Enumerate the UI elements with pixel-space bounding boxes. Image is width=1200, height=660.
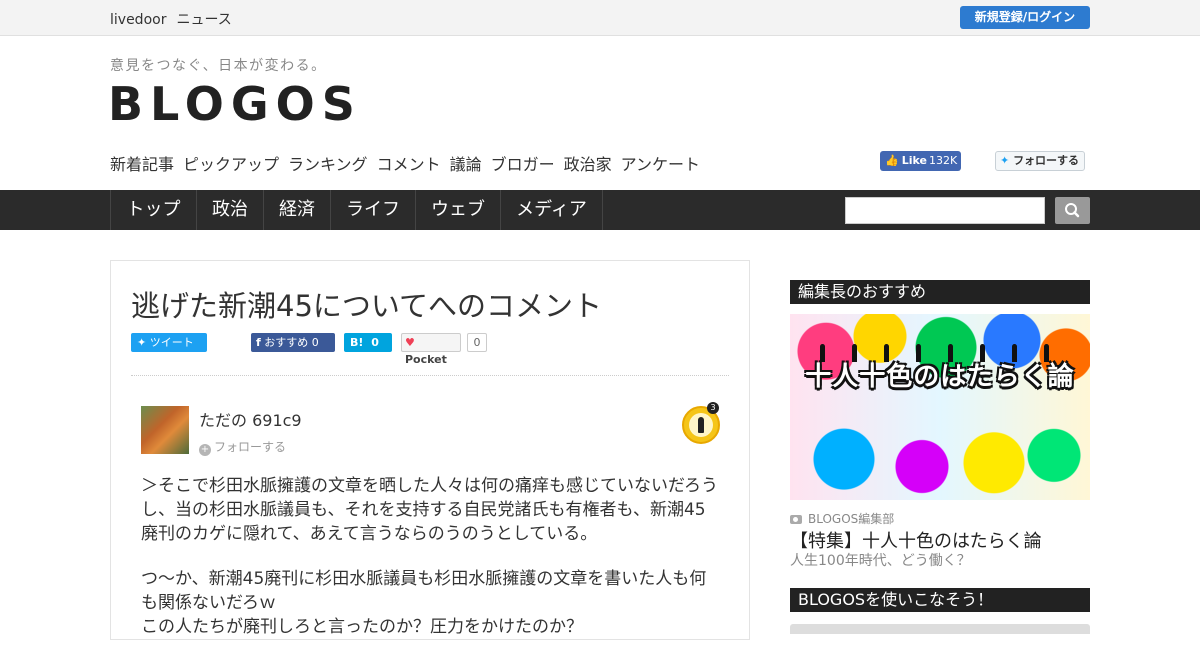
avatar[interactable] xyxy=(141,406,189,454)
tweet-label: ツイート xyxy=(149,336,194,349)
subnav-item-politicians[interactable]: 政治家 xyxy=(564,155,612,174)
twitter-follow-button[interactable]: ✦ フォローする xyxy=(995,151,1085,171)
twitter-bird-icon: ✦ xyxy=(1000,154,1010,167)
site-tagline: 意見をつなぐ、日本が変わる。 xyxy=(110,58,327,74)
comment-body: ＞そこで杉田水脈擁護の文章を晒した人々は何の痛痒も感じていないだろうし、当の杉田… xyxy=(141,474,721,660)
thumbs-up-icon: 👍 xyxy=(885,154,899,167)
nav-tab-web[interactable]: ウェブ xyxy=(415,190,500,230)
follow-label: フォローする xyxy=(214,440,287,454)
hatena-count: 0 xyxy=(371,336,379,349)
subnav-item-ranking[interactable]: ランキング xyxy=(288,155,368,174)
livedoor-news-brand[interactable]: livedoor ニュース xyxy=(110,9,242,29)
hatena-label: B! xyxy=(350,336,364,349)
livedoor-label: livedoor xyxy=(110,12,167,28)
howto-box xyxy=(790,624,1090,634)
signup-login-button[interactable]: 新規登録/ログイン xyxy=(960,6,1090,29)
feature-author: BLOGOS編集部 xyxy=(790,510,894,527)
search-input[interactable] xyxy=(845,197,1045,224)
subnav-item-survey[interactable]: アンケート xyxy=(621,155,700,174)
pocket-count: 0 xyxy=(467,333,487,352)
fb-recommend-label: おすすめ xyxy=(264,336,309,349)
subnav-item-discussion[interactable]: 議論 xyxy=(450,155,482,174)
sub-navigation: 新着記事 ピックアップ ランキング コメント 議論 ブロガー 政治家 アンケート xyxy=(110,151,709,175)
follow-author-link[interactable]: + フォローする xyxy=(199,438,286,456)
subnav-item-comments[interactable]: コメント xyxy=(377,155,441,174)
subnav-item-latest[interactable]: 新着記事 xyxy=(110,155,174,174)
article-title: 逃げた新潮45についてへのコメント xyxy=(131,289,603,323)
feature-subtitle: 人生100年時代、どう働く？ xyxy=(790,553,971,569)
howto-heading: BLOGOSを使いこなそう！ xyxy=(790,588,1090,612)
comment-paragraph: この人たちが廃刊しろと言ったのか？圧力をかけたのか？ xyxy=(141,617,583,637)
news-label: ニュース xyxy=(176,12,232,28)
editor-pick-heading: 編集長のおすすめ xyxy=(790,280,1090,304)
nav-tab-media[interactable]: メディア xyxy=(500,190,603,230)
author-name[interactable]: ただの 691c9 xyxy=(199,407,302,431)
nav-tab-top[interactable]: トップ xyxy=(110,190,196,230)
pocket-button[interactable]: ♥ Pocket xyxy=(401,333,461,366)
like-label: Like xyxy=(901,154,927,167)
nav-tab-life[interactable]: ライフ xyxy=(330,190,415,230)
fb-recommend-count: 0 xyxy=(311,336,319,349)
feature-banner-image[interactable]: 十人十色のはたらく論 xyxy=(790,314,1090,500)
like-count: 132K xyxy=(928,154,958,167)
article-card: 逃げた新潮45についてへのコメント ✦ ツイート f おすすめ 0 B! 0 ♥… xyxy=(110,260,750,640)
twitter-follow-label: フォローする xyxy=(1013,154,1080,167)
nav-tab-politics[interactable]: 政治 xyxy=(196,190,263,230)
tweet-button[interactable]: ✦ ツイート xyxy=(131,333,207,352)
blogos-logo[interactable]: BLOGOS xyxy=(108,78,362,130)
search-icon xyxy=(1065,203,1080,218)
search-button[interactable] xyxy=(1055,197,1090,224)
feature-author-name: BLOGOS編集部 xyxy=(808,512,895,526)
pocket-icon: ♥ xyxy=(405,336,415,349)
nav-tab-economy[interactable]: 経済 xyxy=(263,190,330,230)
facebook-icon: f xyxy=(256,336,261,349)
feature-banner-text: 十人十色のはたらく論 xyxy=(805,362,1075,392)
pocket-label: Pocket xyxy=(405,353,447,366)
subnav-item-pickup[interactable]: ピックアップ xyxy=(183,155,279,174)
facebook-like-button[interactable]: 👍 Like 132K xyxy=(880,151,961,171)
top-bar: livedoor ニュース 新規登録/ログイン xyxy=(0,0,1200,36)
facebook-recommend-button[interactable]: f おすすめ 0 xyxy=(251,333,335,352)
user-rank-badge: 3 xyxy=(682,402,720,444)
divider xyxy=(131,375,729,376)
plus-icon: + xyxy=(199,444,211,456)
comment-paragraph: つ～か、新潮45廃刊に杉田水脈議員も杉田水脈擁護の文章を書いた人も何も関係ないだ… xyxy=(141,569,707,613)
subnav-item-bloggers[interactable]: ブロガー xyxy=(491,155,555,174)
person-icon xyxy=(698,417,704,433)
badge-count: 3 xyxy=(707,402,719,414)
camera-icon xyxy=(790,515,802,524)
hatena-bookmark-button[interactable]: B! 0 xyxy=(344,333,392,352)
twitter-icon: ✦ xyxy=(137,336,147,349)
comment-paragraph: ＞そこで杉田水脈擁護の文章を晒した人々は何の痛痒も感じていないだろうし、当の杉田… xyxy=(141,476,718,544)
